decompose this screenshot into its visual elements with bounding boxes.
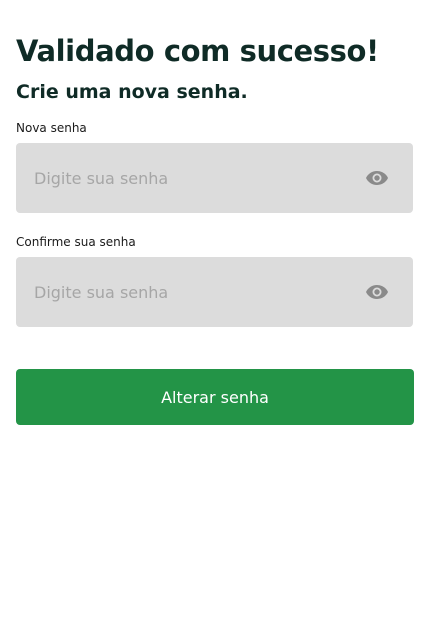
new-password-input[interactable] xyxy=(16,143,365,213)
page-subtitle: Crie uma nova senha. xyxy=(16,81,248,103)
confirm-password-input[interactable] xyxy=(16,257,365,327)
confirm-password-field-container xyxy=(16,257,413,327)
change-password-button[interactable]: Alterar senha xyxy=(16,369,414,425)
new-password-label: Nova senha xyxy=(16,121,87,135)
reset-password-screen: Validado com sucesso! Crie uma nova senh… xyxy=(0,0,428,633)
confirm-password-label: Confirme sua senha xyxy=(16,235,136,249)
page-title: Validado com sucesso! xyxy=(16,34,379,68)
eye-icon[interactable] xyxy=(365,280,389,304)
eye-icon[interactable] xyxy=(365,166,389,190)
new-password-field-container xyxy=(16,143,413,213)
